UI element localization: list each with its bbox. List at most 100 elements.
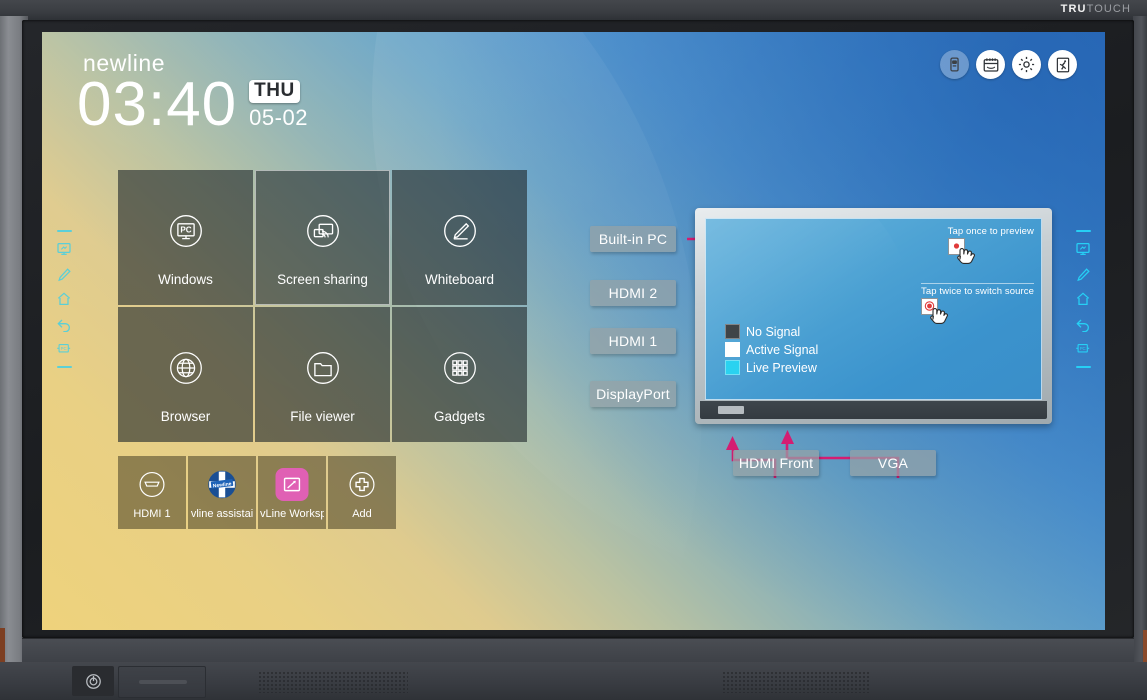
tile-label: vLine Worksp	[260, 508, 324, 520]
hint-text: Tap twice to switch source	[921, 286, 1034, 297]
tap-card	[921, 298, 939, 315]
vline-workspace-icon	[275, 468, 309, 501]
tile-vline-assistant[interactable]: Newline vline assistai	[188, 456, 256, 529]
speaker-grille-right	[722, 671, 870, 693]
tile-label: Gadgets	[433, 409, 486, 424]
source-pc-icon[interactable]: PC	[56, 341, 72, 357]
gear-icon[interactable]	[1012, 50, 1041, 79]
bottom-chassis-bar	[0, 662, 1147, 700]
calendar-icon[interactable]	[976, 50, 1005, 79]
clock-widget: 03:40 THU 05-02	[77, 70, 308, 139]
folder-icon	[302, 347, 344, 389]
tile-label: Browser	[160, 409, 211, 424]
legend-row: Live Preview	[725, 360, 818, 375]
tile-label: File viewer	[290, 409, 355, 424]
dash-icon[interactable]	[56, 366, 72, 368]
dash-icon[interactable]	[56, 230, 72, 232]
pc-monitor-icon: PC	[165, 210, 207, 252]
front-tray[interactable]	[118, 666, 206, 698]
source-box-vga[interactable]: VGA	[850, 450, 936, 476]
front-port-indicator	[718, 406, 744, 414]
back-arrow-icon[interactable]	[56, 316, 72, 332]
shortcut-tile-row: HDMI 1 Newline vline assistai vLine Work…	[118, 456, 396, 529]
screen-share-icon[interactable]	[56, 241, 72, 257]
exit-icon[interactable]	[1048, 50, 1077, 79]
source-box-hdmi-1[interactable]: HDMI 1	[590, 328, 676, 354]
source-label: HDMI 1	[608, 333, 658, 349]
day-of-week-badge: THU	[249, 79, 300, 103]
pencil-icon	[439, 210, 481, 252]
top-right-button-group	[940, 50, 1077, 79]
speaker-grille-left	[258, 671, 408, 693]
tile-browser[interactable]: Browser	[118, 307, 253, 442]
date-block: THU 05-02	[249, 79, 308, 131]
preview-arc	[705, 218, 915, 400]
display-screen-preview: Tap once to preview Tap twice to switch …	[705, 218, 1042, 400]
svg-text:PC: PC	[61, 346, 67, 351]
hint-divider	[921, 283, 1034, 284]
tile-label: HDMI 1	[133, 508, 171, 520]
left-edge-toolbar: PC	[52, 230, 76, 368]
top-bezel-strip: TRUTOUCH	[0, 0, 1147, 21]
dash-icon[interactable]	[1075, 230, 1091, 232]
source-pc-icon[interactable]: PC	[1075, 341, 1091, 357]
source-label: HDMI Front	[738, 455, 814, 471]
legend-row: Active Signal	[725, 342, 818, 357]
legend-swatch-no-signal	[725, 324, 740, 339]
hint-text: Tap once to preview	[947, 226, 1034, 237]
right-chassis-rail	[1133, 16, 1147, 662]
svg-text:PC: PC	[1080, 346, 1086, 351]
clock-time: 03:40	[77, 70, 238, 139]
source-box-hdmi-2[interactable]: HDMI 2	[590, 280, 676, 306]
pen-icon[interactable]	[1075, 266, 1091, 282]
tile-label: vline assistai	[190, 508, 254, 520]
legend-label: No Signal	[746, 324, 801, 339]
source-label: VGA	[877, 455, 909, 471]
back-arrow-icon[interactable]	[1075, 316, 1091, 332]
globe-icon	[165, 347, 207, 389]
pen-icon[interactable]	[56, 266, 72, 282]
source-label: DisplayPort	[596, 386, 670, 402]
power-button[interactable]	[72, 666, 114, 696]
dash-icon[interactable]	[1075, 366, 1091, 368]
tile-label: Screen sharing	[277, 272, 368, 287]
source-box-displayport[interactable]: DisplayPort	[590, 381, 676, 407]
legend-label: Live Preview	[746, 360, 817, 375]
tile-add[interactable]: Add	[328, 456, 396, 529]
legend-label: Active Signal	[746, 342, 819, 357]
legend-row: No Signal	[725, 324, 818, 339]
legend-swatch-active-signal	[725, 342, 740, 357]
svg-text:PC: PC	[180, 225, 191, 234]
brand-light: TOUCH	[1086, 3, 1131, 15]
brand-logo: TRUTOUCH	[1061, 3, 1131, 15]
right-edge-toolbar: PC	[1071, 230, 1095, 368]
device-chassis: TRUTOUCH newline 03:40 THU 05-02 PC PC P…	[0, 0, 1147, 700]
screen-cast-icon	[302, 210, 344, 252]
tile-label: Windows	[158, 272, 213, 287]
tile-gadgets[interactable]: Gadgets	[392, 307, 527, 442]
usb-icon[interactable]	[940, 50, 969, 79]
source-label: HDMI 2	[608, 285, 658, 301]
tile-windows[interactable]: PC Windows	[118, 170, 253, 305]
screen-share-icon[interactable]	[1075, 241, 1091, 257]
home-icon[interactable]	[1075, 291, 1091, 307]
hint-tap-twice: Tap twice to switch source	[921, 280, 1034, 328]
tile-vline-workspace[interactable]: vLine Worksp	[258, 456, 326, 529]
vline-assistant-icon: Newline	[206, 468, 239, 501]
hand-tap-twice-icon	[921, 298, 961, 328]
hint-tap-once: Tap once to preview	[947, 226, 1034, 268]
app-tile-grid: PC Windows Screen sharing Whiteboard Bro…	[118, 170, 527, 444]
screen-content: newline 03:40 THU 05-02 PC PC PC Windows…	[42, 32, 1105, 630]
tile-file-viewer[interactable]: File viewer	[255, 307, 390, 442]
legend-swatch-live-preview	[725, 360, 740, 375]
home-icon[interactable]	[56, 291, 72, 307]
tile-hdmi-1[interactable]: HDMI 1	[118, 456, 186, 529]
display-chin	[700, 401, 1047, 419]
grid-apps-icon	[439, 347, 481, 389]
tile-screen-sharing[interactable]: Screen sharing	[255, 170, 390, 305]
source-box-built-in-pc[interactable]: Built-in PC	[590, 226, 676, 252]
source-box-hdmi-front[interactable]: HDMI Front	[733, 450, 819, 476]
date-label: 05-02	[249, 104, 308, 130]
lower-bezel-strip	[22, 638, 1134, 662]
tile-whiteboard[interactable]: Whiteboard	[392, 170, 527, 305]
